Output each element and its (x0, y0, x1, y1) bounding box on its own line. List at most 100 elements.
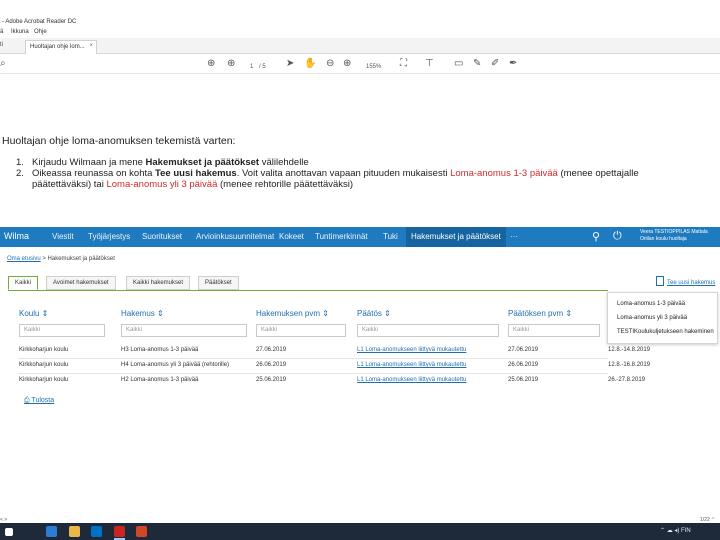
toolbar: ⌕ ⊕ ⊕ 1 / 5 ➤ ✋ ⊖ ⊕ 155% ⛶ ⊤ ▭ ✎ ✐ ✒ (0, 54, 720, 74)
nav-attendance[interactable]: Tuntimerkinnät (315, 232, 368, 241)
table-row: Kirkkoharjun koulu (19, 347, 69, 353)
nav-support[interactable]: Tuki (383, 232, 398, 241)
row-application[interactable]: H3 Loma-anomus 1-3 päivää (121, 347, 198, 353)
tab-document[interactable]: Huoltajan ohje lom... × (25, 40, 97, 54)
nav-schedule[interactable]: Työjärjestys (88, 232, 130, 241)
sign-icon[interactable]: ✒ (509, 58, 517, 70)
tab-all[interactable]: Kaikki (8, 276, 39, 290)
row-app-date: 25.06.2019 (256, 377, 287, 383)
tab-bar: ti Huoltajan ohje lom... × (0, 38, 720, 54)
draw-icon[interactable]: ✐ (491, 58, 499, 70)
menu-item-edit[interactable]: ä (0, 29, 3, 35)
new-application-button[interactable]: Tee uusi hakemus (656, 276, 715, 286)
row-divider (18, 373, 608, 374)
nav-assessment-plans[interactable]: Arvioinkusuunnitelmat (196, 232, 274, 241)
wilma-nav-bar: Wilma Viestit Työjärjestys Suoritukset A… (0, 227, 720, 247)
close-icon[interactable]: × (89, 43, 93, 49)
table-row: Kirkkoharjun koulu (19, 377, 69, 383)
dropdown-option[interactable]: Loma-anomus 1-3 päivää (617, 301, 685, 307)
wilma-logo[interactable]: Wilma (4, 231, 29, 241)
row-valid: 12.8.-14.8.2019 (608, 347, 651, 353)
filter-decision-date[interactable]: Kaikki (508, 324, 600, 337)
edge-browser-icon[interactable] (46, 526, 57, 537)
row-application[interactable]: H4 Loma-anomus yli 3 päivää (rehtorille) (121, 362, 229, 368)
row-valid: 26.-27.8.2019 (608, 377, 646, 383)
zoom-out-icon[interactable]: ⊖ (326, 58, 334, 70)
table-row: Kirkkoharjun koulu (19, 362, 69, 368)
user-icon[interactable]: ⚲ (592, 230, 600, 243)
nav-achievements[interactable]: Suoritukset (142, 232, 182, 241)
col-application[interactable]: Hakemus ⇕ (121, 309, 164, 318)
title-bar: - Adobe Acrobat Reader DC (0, 0, 720, 26)
row-divider (18, 358, 608, 359)
page-total: / 5 (259, 64, 266, 70)
nav-messages[interactable]: Viestit (52, 232, 74, 241)
dropdown-option[interactable]: Loma-anomus yli 3 päivää (617, 315, 687, 321)
filter-school[interactable]: Kaikki (19, 324, 105, 337)
hand-tool-icon[interactable]: ✋ (304, 58, 316, 70)
tab-decisions[interactable]: Päätökset (198, 276, 239, 290)
row-dec-date: 27.06.2019 (508, 347, 539, 353)
instruction-steps: 1. Kirjaudu Wilmaan ja mene Hakemukset j… (16, 157, 639, 190)
page-number-field[interactable]: 1 (250, 61, 253, 73)
document-page: Huoltajan ohje loma-anomuksen tekemistä … (0, 75, 720, 517)
page-up-icon[interactable]: ⊕ (207, 58, 215, 70)
tab-all-applications[interactable]: Kaikki hakemukset (126, 276, 191, 290)
col-application-date[interactable]: Hakemuksen pvm ⇕ (256, 309, 329, 318)
row-dec-date: 26.06.2019 (508, 362, 539, 368)
col-school[interactable]: Koulu ⇕ (19, 309, 48, 318)
nav-more-icon[interactable]: ··· (510, 232, 518, 241)
menu-item-help[interactable]: Ohje (34, 29, 47, 35)
search-icon[interactable]: ⌕ (0, 58, 6, 70)
menu-bar: ä Ikkuna Ohje (0, 28, 720, 38)
step-1: 1. Kirjaudu Wilmaan ja mene Hakemukset j… (16, 157, 309, 168)
col-decision[interactable]: Päätös ⇕ (357, 309, 391, 318)
window-title: - Adobe Acrobat Reader DC (2, 19, 77, 25)
breadcrumb-home[interactable]: Oma etusivu (7, 256, 41, 262)
windows-start-icon[interactable] (5, 528, 13, 536)
file-explorer-icon[interactable] (69, 526, 80, 537)
row-decision-link[interactable]: L1 Loma-anomukseen liittyvä mukautettu (357, 377, 466, 383)
outlook-icon[interactable] (91, 526, 102, 537)
row-application[interactable]: H2 Loma-anomus 1-3 päivää (121, 377, 198, 383)
page-down-icon[interactable]: ⊕ (227, 58, 235, 70)
scroll-mode-icon[interactable]: ⊤ (425, 58, 434, 70)
menu-item-window[interactable]: Ikkuna (11, 29, 29, 35)
system-tray[interactable]: ⌃ ☁ ◂) FIN (660, 527, 691, 534)
document-icon (656, 276, 664, 286)
zoom-level[interactable]: 155% (366, 61, 381, 73)
breadcrumb: Oma etusivu > Hakemukset ja päätökset (7, 256, 115, 262)
print-link[interactable]: ⎙ Tulosta (24, 397, 54, 405)
document-heading: Huoltajan ohje loma-anomuksen tekemistä … (2, 135, 236, 147)
filter-decision[interactable]: Kaikki (357, 324, 499, 337)
row-decision-link[interactable]: L1 Loma-anomukseen liittyvä mukautettu (357, 347, 466, 353)
row-app-date: 27.06.2019 (256, 347, 287, 353)
tab-home[interactable]: ti (0, 42, 3, 48)
tab-open-applications[interactable]: Avoimet hakemukset (46, 276, 116, 290)
acrobat-icon[interactable] (114, 526, 125, 540)
power-icon[interactable]: ⏻ (613, 230, 622, 243)
select-cursor-icon[interactable]: ➤ (286, 58, 294, 70)
comment-icon[interactable]: ▭ (454, 58, 463, 70)
nav-exams[interactable]: Kokeet (279, 232, 304, 241)
row-decision-link[interactable]: L1 Loma-anomukseen liittyvä mukautettu (357, 362, 466, 368)
row-app-date: 26.06.2019 (256, 362, 287, 368)
col-decision-date[interactable]: Päätöksen pvm ⇕ (508, 309, 572, 318)
powerpoint-icon[interactable] (136, 526, 147, 537)
row-valid: 12.8.-16.8.2019 (608, 362, 651, 368)
step-2: 2. Oikeassa reunassa on kohta Tee uusi h… (16, 168, 639, 190)
zoom-in-icon[interactable]: ⊕ (343, 58, 351, 70)
user-info[interactable]: Veera TESTIOPPILAS Mattala Oriilan koulu… (640, 229, 708, 243)
nav-applications[interactable]: Hakemukset ja päätökset (411, 232, 501, 241)
filter-application[interactable]: Kaikki (121, 324, 247, 337)
tab-document-label: Huoltajan ohje lom... (30, 44, 85, 50)
new-application-dropdown: Loma-anomus 1-3 päivää Loma-anomus yli 3… (607, 292, 718, 344)
breadcrumb-current: Hakemukset ja päätökset (47, 256, 115, 262)
tab-underline (8, 290, 608, 291)
row-dec-date: 25.06.2019 (508, 377, 539, 383)
filter-application-date[interactable]: Kaikki (256, 324, 346, 337)
fit-page-icon[interactable]: ⛶ (400, 58, 407, 70)
taskbar: ⌃ ☁ ◂) FIN (0, 523, 720, 540)
dropdown-option[interactable]: TESTIKoulukuljetukseen hakeminen (617, 329, 714, 335)
highlight-icon[interactable]: ✎ (473, 58, 481, 70)
